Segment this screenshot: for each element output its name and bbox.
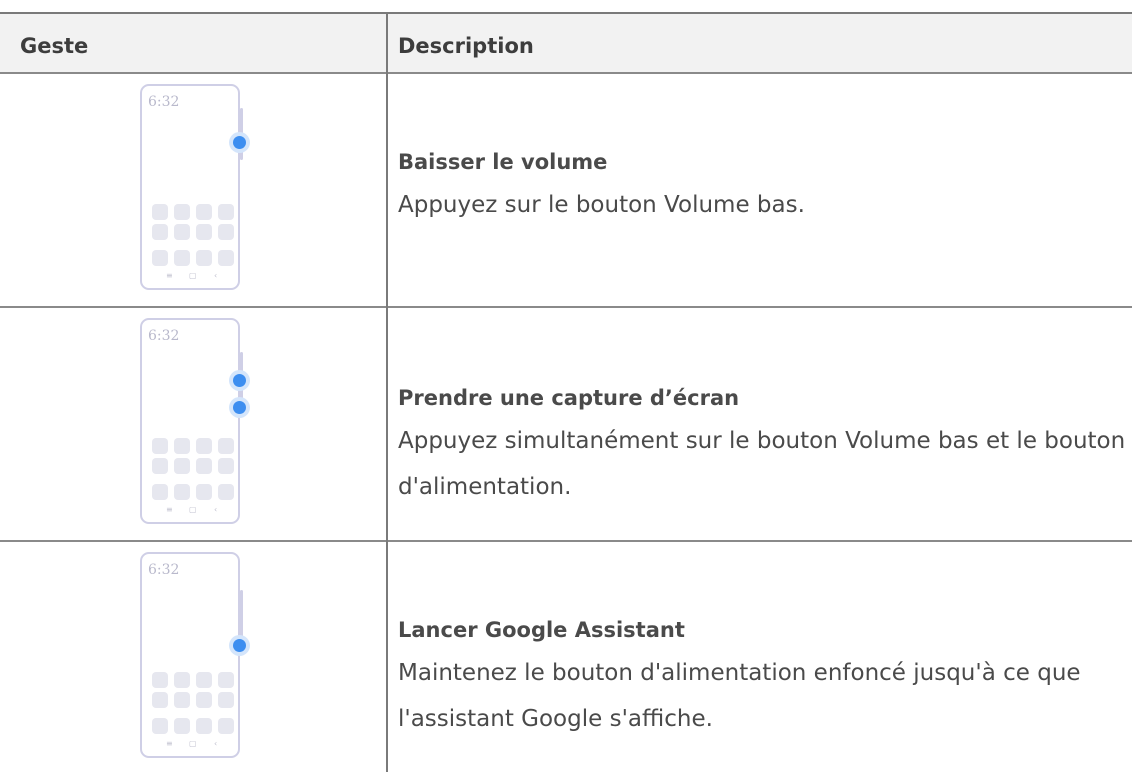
table-row: 6:32 ≡ ▢ ‹ Prendre une capture d’écran A… [0,308,1132,540]
volume-down-press-dot [233,374,246,387]
menu-icon: ≡ [166,271,173,280]
phone-time: 6:32 [148,328,180,344]
phone-navbar: ≡ ▢ ‹ [142,739,238,750]
phone-time: 6:32 [148,94,180,110]
side-key [240,108,243,160]
header-description: Description [398,34,534,58]
home-icon: ▢ [189,271,197,280]
volume-down-press-dot [233,136,246,149]
gesture-table: Geste Description 6:32 ≡ ▢ ‹ Baisser le … [0,12,1132,772]
phone-time: 6:32 [148,562,180,578]
table-header-row: Geste Description [0,14,1132,72]
phone-illustration: 6:32 ≡ ▢ ‹ [140,84,240,290]
phone-navbar: ≡ ▢ ‹ [142,271,238,282]
row-description: Appuyez sur le bouton Volume bas. [398,192,805,218]
header-gesture: Geste [20,34,89,58]
back-icon: ‹ [214,271,218,280]
row-title: Baisser le volume [398,150,608,174]
table-row: 6:32 ≡ ▢ ‹ Lancer Google Assistant Maint… [0,542,1132,772]
column-divider [386,12,388,772]
phone-navbar: ≡ ▢ ‹ [142,505,238,516]
power-press-dot [233,639,246,652]
power-press-dot [233,401,246,414]
back-icon: ‹ [214,505,218,514]
phone-illustration: 6:32 ≡ ▢ ‹ [140,552,240,758]
row-description: Maintenez le bouton d'alimentation enfon… [398,660,1081,732]
side-key [240,590,243,640]
home-icon: ▢ [189,739,197,748]
row-title: Prendre une capture d’écran [398,386,740,410]
home-icon: ▢ [189,505,197,514]
row-title: Lancer Google Assistant [398,618,685,642]
row-description: Appuyez simultanément sur le bouton Volu… [398,428,1126,500]
menu-icon: ≡ [166,739,173,748]
menu-icon: ≡ [166,505,173,514]
back-icon: ‹ [214,739,218,748]
table-row: 6:32 ≡ ▢ ‹ Baisser le volume Appuyez sur… [0,74,1132,306]
phone-illustration: 6:32 ≡ ▢ ‹ [140,318,240,524]
